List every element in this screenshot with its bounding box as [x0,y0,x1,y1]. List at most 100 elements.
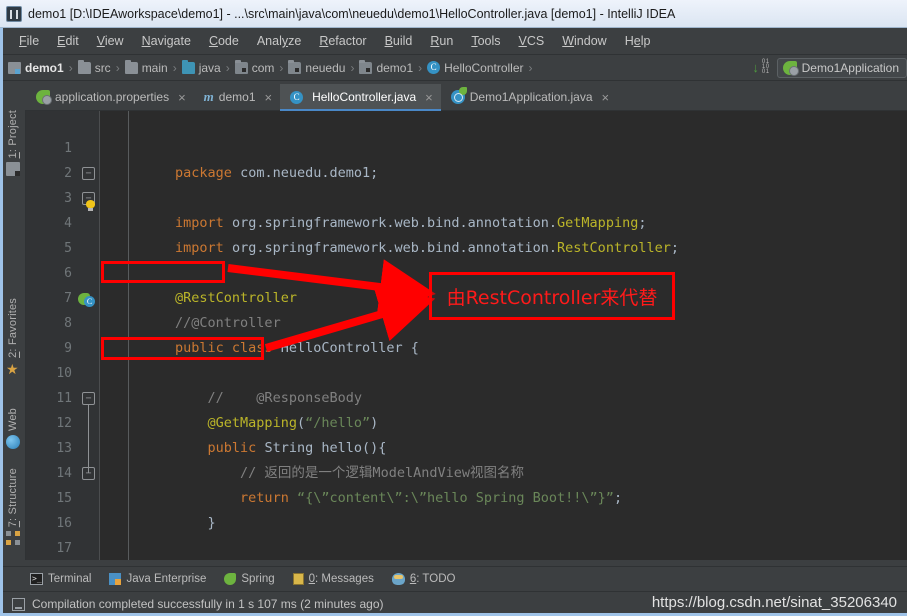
annotation-callout: 由RestController来代替 [429,272,675,320]
close-icon[interactable]: × [178,90,186,105]
spring-boot-class-icon [450,87,467,104]
bottom-item-messages[interactable]: 0: Messages [292,573,374,585]
bottom-tool-window-bar: >_ Terminal Java Enterprise Spring 0: Me… [0,566,907,591]
messages-icon [292,573,304,585]
menu-tools[interactable]: Tools [462,32,509,50]
breadcrumb: demo1 › src › main › java › com › neuedu… [0,55,907,81]
sidebar-item-label: 1: Project [7,110,19,159]
tab-demo1-pom[interactable]: m demo1 × [194,84,280,110]
tab-label: demo1 [218,90,256,104]
close-icon[interactable]: × [602,90,610,105]
bottom-item-terminal[interactable]: >_ Terminal [30,573,91,585]
code-line: 3 import org.springframework.web.bind.an… [64,161,907,231]
menu-refactor[interactable]: Refactor [310,32,375,50]
tab-label: application.properties [55,90,170,104]
tab-demo1application-java[interactable]: Demo1Application.java × [441,84,617,110]
bottom-item-label: Spring [241,573,275,585]
line-number: 2 [64,166,72,181]
menu-code[interactable]: Code [200,32,248,50]
run-configuration-selector[interactable]: Demo1Application [776,57,907,78]
sidebar-item-structure[interactable]: 7: Structure [0,468,26,546]
highlight-box-controller-comment [101,261,225,283]
breadcrumb-separator: › [279,60,284,75]
breadcrumb-separator: › [68,60,73,75]
breadcrumb-item-demo1[interactable]: demo1 [8,61,64,75]
intellij-idea-icon [6,5,22,22]
breadcrumb-separator: › [115,60,120,75]
terminal-icon: >_ [30,573,43,585]
line-number: 15 [56,491,72,506]
close-icon[interactable]: × [425,90,433,105]
breadcrumb-item-main[interactable]: main [124,59,168,75]
menu-file[interactable]: File [10,32,48,50]
menu-bar: File Edit View Navigate Code Analyze Ref… [0,28,907,55]
window-left-edge [0,28,3,616]
menu-build[interactable]: Build [376,32,422,50]
code-line: 12 public String hello(){ [56,386,907,456]
breadcrumb-label: com [251,60,275,75]
run-configuration-label: Demo1Application [801,60,899,75]
breadcrumb-label: neuedu [305,60,346,75]
line-number: 17 [56,541,72,556]
event-log-icon[interactable] [12,597,25,611]
sidebar-item-web[interactable]: Web [0,408,26,450]
bottom-item-label: 0: Messages [308,573,374,585]
breadcrumb-item-src[interactable]: src [77,59,111,75]
breadcrumb-item-neuedu[interactable]: neuedu [288,59,346,75]
breadcrumb-separator: › [350,60,355,75]
line-number: 8 [64,316,72,331]
bottom-item-todo[interactable]: 6: TODO [391,573,456,585]
line-number: 14 [56,466,72,481]
folder-icon [77,59,91,74]
sidebar-item-favorites[interactable]: 2: Favorites ★ [0,298,26,376]
breadcrumb-item-hellocontroller[interactable]: C HelloController [427,60,524,75]
module-icon [8,61,21,74]
menu-window[interactable]: Window [553,32,615,50]
download-icon[interactable]: ↓ [752,60,759,75]
status-message: Compilation completed successfully in 1 … [32,597,384,611]
project-icon [6,162,20,177]
bottom-item-java-enterprise[interactable]: Java Enterprise [109,573,206,585]
breadcrumb-item-com[interactable]: com [234,59,275,75]
code-text-area[interactable]: 1 package com.neuedu.demo1; 2 3 import o… [56,111,907,560]
sidebar-item-project[interactable]: 1: Project [0,110,26,177]
breadcrumb-item-java[interactable]: java [181,59,221,75]
spring-leaf-icon [224,573,237,585]
tab-hellocontroller-java[interactable]: C HelloController.java × [280,84,441,111]
star-icon: ★ [6,360,19,377]
highlight-box-responsebody-comment [101,337,264,360]
menu-run[interactable]: Run [421,32,462,50]
breadcrumb-label: HelloController [444,60,524,75]
line-number: 3 [64,191,72,206]
tab-label: HelloController.java [312,90,417,104]
bottom-item-label: 6: TODO [409,573,456,585]
menu-edit[interactable]: Edit [48,32,88,50]
package-icon [288,59,302,74]
tab-application-properties[interactable]: application.properties × [26,84,194,110]
folder-icon [124,59,138,74]
todo-icon [391,573,405,585]
menu-navigate[interactable]: Navigate [133,32,200,50]
menu-help[interactable]: Help [616,32,660,50]
menu-vcs[interactable]: VCS [510,32,554,50]
editor-tab-bar: application.properties × m demo1 × C Hel… [26,84,907,111]
menu-view[interactable]: View [88,32,133,50]
package-icon [234,59,248,74]
code-line: 4 import org.springframework.web.bind.an… [64,186,907,256]
bottom-item-label: Terminal [48,573,92,585]
breadcrumb-label: java [198,60,221,75]
code-line: 13 // 返回的是一个逻辑ModelAndView视图名称 [56,411,907,481]
bottom-item-spring[interactable]: Spring [224,573,275,585]
maven-icon: m [203,89,214,104]
menu-analyze[interactable]: Analyze [248,32,310,50]
close-icon[interactable]: × [265,90,273,105]
line-number: 7 [64,291,72,306]
code-line: 15 } [56,461,907,531]
breadcrumb-separator: › [225,60,230,75]
code-editor[interactable]: − − C − − 1 package com.neuedu.demo1; 2 … [26,111,907,560]
breadcrumb-item-demo1-pkg[interactable]: demo1 [359,59,413,75]
line-number: 1 [64,141,72,156]
line-number: 10 [56,366,72,381]
package-icon [359,59,373,74]
line-number: 6 [64,266,72,281]
